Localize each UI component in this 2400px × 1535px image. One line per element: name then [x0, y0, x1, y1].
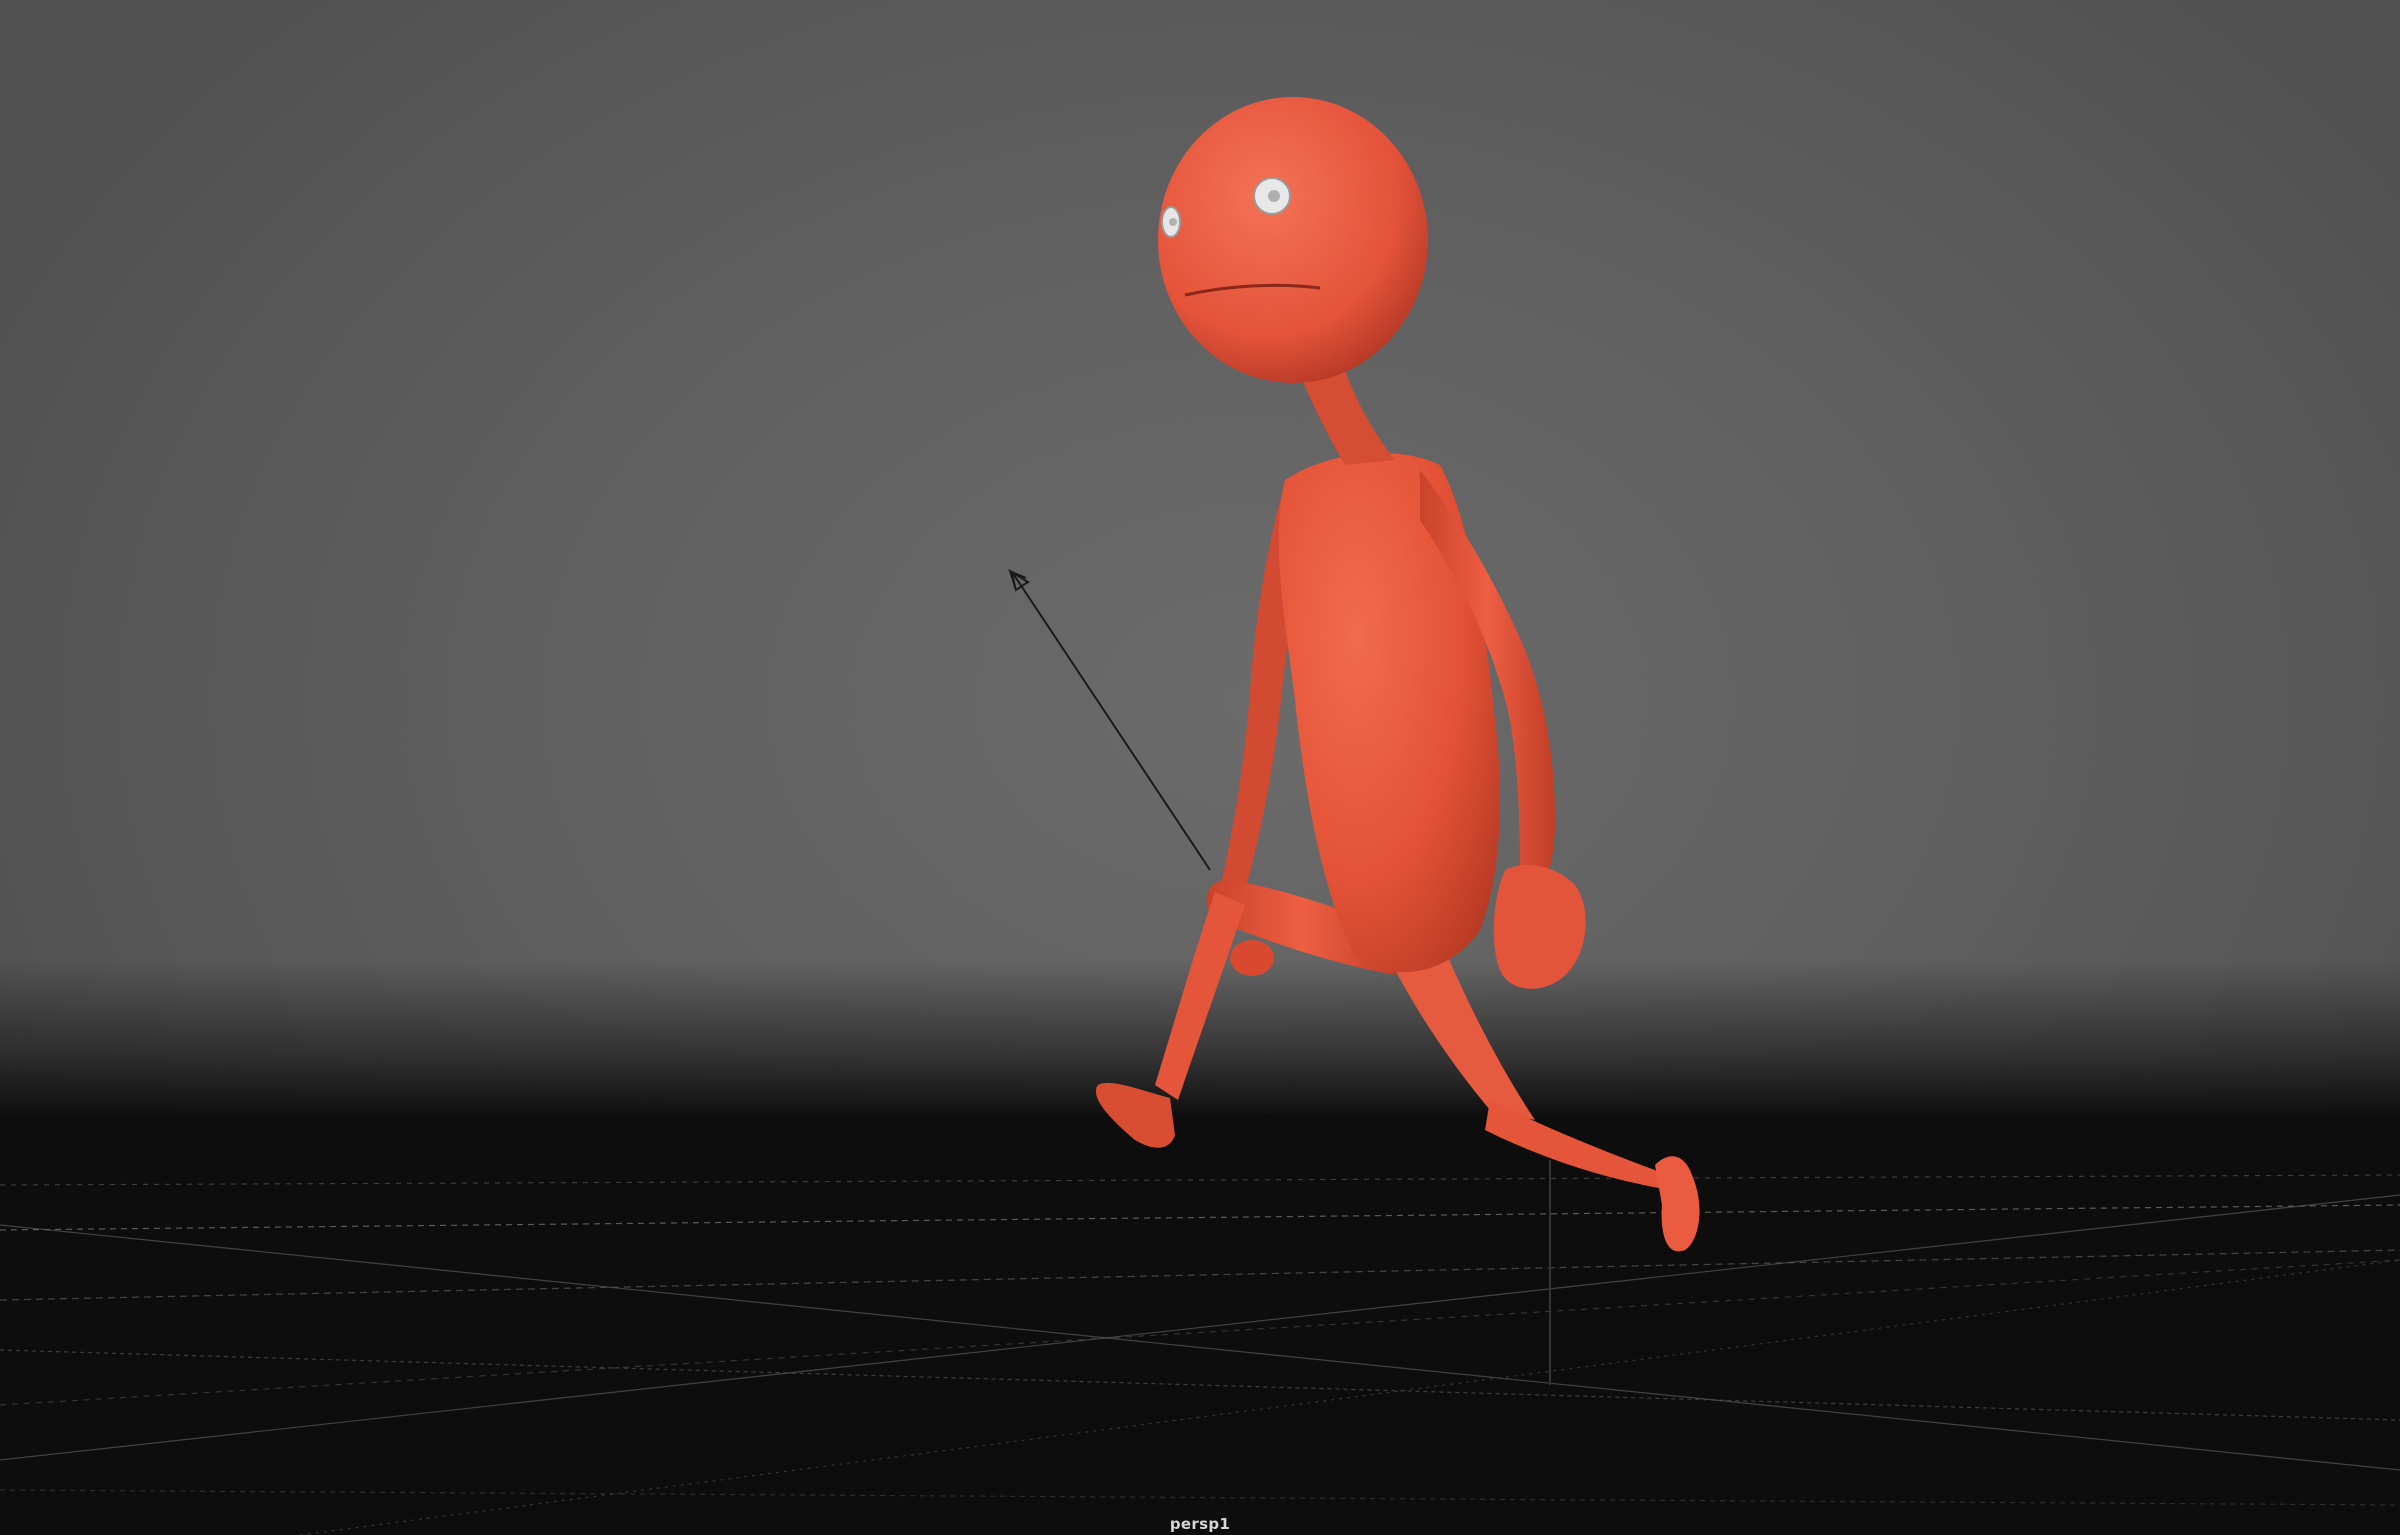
perspective-viewport[interactable]: persp1 — [0, 0, 2400, 1535]
head — [1158, 97, 1428, 383]
torso — [1278, 453, 1500, 973]
rear-shin — [1485, 1100, 1670, 1190]
neck — [1300, 370, 1395, 465]
ground-grid — [0, 1160, 2400, 1535]
eye-left — [1161, 206, 1181, 238]
front-fist — [1493, 865, 1586, 989]
back-hand — [1230, 940, 1274, 976]
arrow-handle-icon[interactable] — [1008, 568, 1211, 871]
scene-canvas[interactable] — [0, 0, 2400, 1535]
eye-right — [1253, 177, 1291, 215]
rear-foot — [1655, 1156, 1700, 1252]
walking-figure[interactable] — [1095, 97, 1700, 1252]
forward-foot — [1095, 1082, 1175, 1148]
forward-shin — [1155, 892, 1245, 1100]
camera-name-label: persp1 — [1169, 1515, 1231, 1533]
